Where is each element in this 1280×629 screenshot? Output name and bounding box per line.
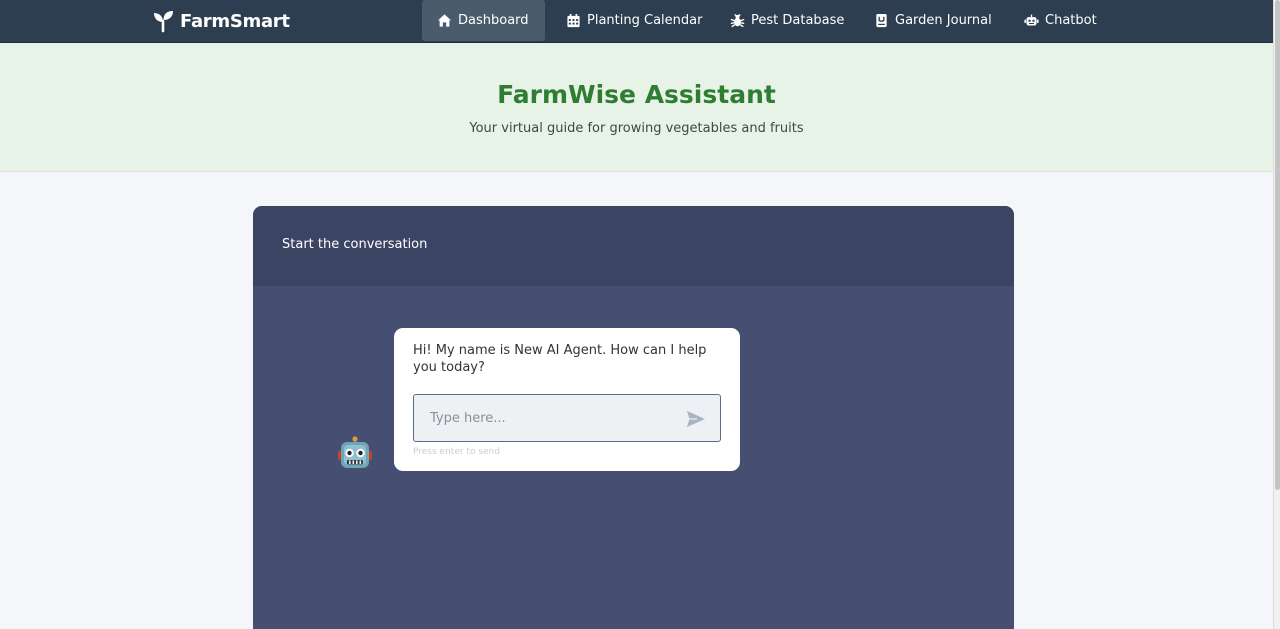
robot-icon — [1024, 14, 1039, 26]
sprout-icon — [154, 11, 173, 33]
calendar-icon — [567, 13, 580, 28]
nav-planting-calendar[interactable]: Planting Calendar — [566, 0, 702, 41]
journal-icon — [876, 13, 887, 28]
send-hint: Press enter to send — [413, 447, 500, 457]
bug-icon — [730, 14, 745, 28]
nav-dashboard[interactable]: Dashboard — [422, 0, 545, 41]
nav-dashboard-label: Dashboard — [458, 13, 529, 28]
bot-avatar-icon — [338, 436, 372, 468]
send-button[interactable] — [685, 409, 707, 429]
top-navbar: FarmSmart Dashboard Planting Calendar Pe… — [0, 0, 1273, 43]
scrollbar-thumb[interactable] — [1275, 0, 1280, 490]
nav-chatbot[interactable]: Chatbot — [1024, 0, 1097, 41]
brand-name: FarmSmart — [180, 10, 290, 32]
nav-garden-journal-label: Garden Journal — [895, 13, 992, 28]
page-title: FarmWise Assistant — [497, 80, 776, 109]
nav-planting-calendar-label: Planting Calendar — [587, 13, 703, 28]
chat-panel-header: Start the conversation — [253, 206, 1014, 286]
home-icon — [437, 14, 452, 27]
nav-garden-journal[interactable]: Garden Journal — [874, 0, 992, 41]
bot-message-text: Hi! My name is New AI Agent. How can I h… — [413, 343, 707, 375]
page-scrollbar[interactable] — [1273, 0, 1280, 629]
chat-input-container — [413, 394, 721, 442]
brand-logo[interactable]: FarmSmart — [152, 8, 290, 34]
send-icon — [687, 411, 705, 427]
chat-header-title: Start the conversation — [282, 237, 428, 252]
nav-chatbot-label: Chatbot — [1045, 13, 1097, 28]
page-subtitle: Your virtual guide for growing vegetable… — [469, 121, 804, 136]
nav-pest-database-label: Pest Database — [751, 13, 845, 28]
nav-pest-database[interactable]: Pest Database — [730, 0, 844, 41]
page-header: FarmWise Assistant Your virtual guide fo… — [0, 43, 1273, 172]
bot-message-bubble: Hi! My name is New AI Agent. How can I h… — [394, 328, 740, 471]
chat-input[interactable] — [430, 395, 680, 441]
chat-panel: Start the conversation Hi! My name is Ne… — [253, 206, 1014, 629]
